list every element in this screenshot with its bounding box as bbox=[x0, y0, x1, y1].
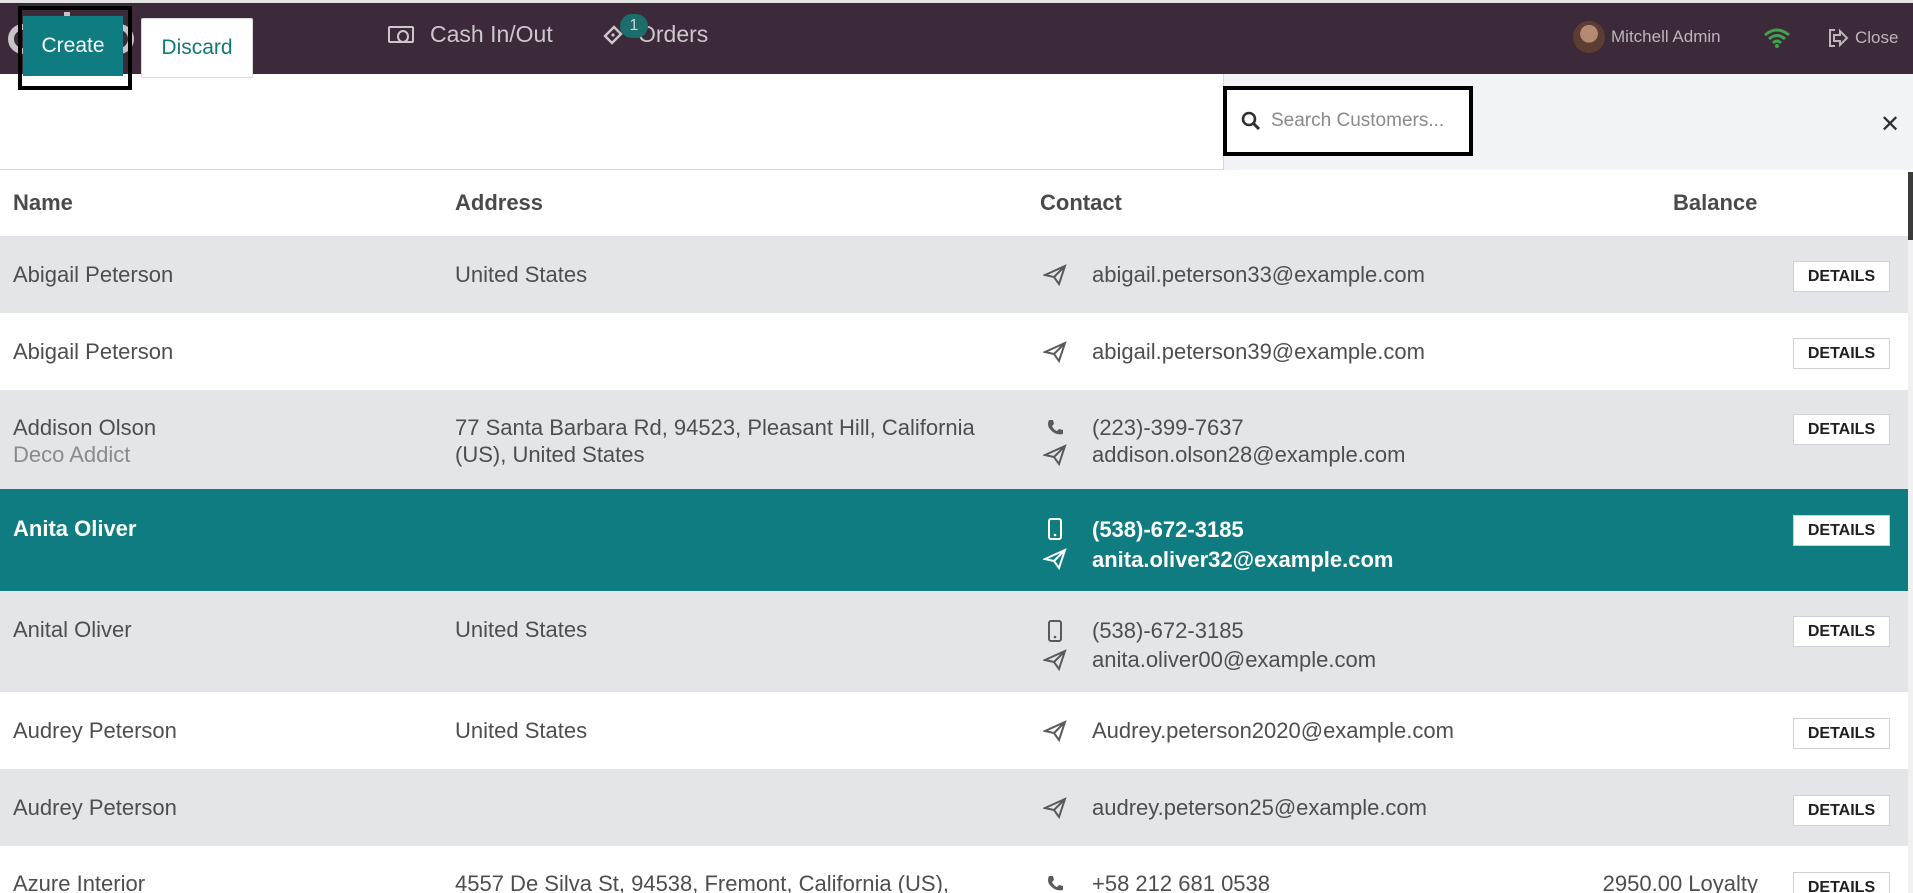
table-row-selected[interactable]: Anita Oliver (538)-672-3185 anita.oliver… bbox=[0, 489, 1908, 591]
create-button[interactable]: Create bbox=[23, 16, 123, 76]
paper-plane-icon bbox=[1040, 263, 1070, 286]
paper-plane-icon bbox=[1040, 443, 1070, 466]
search-box[interactable] bbox=[1223, 86, 1473, 156]
customer-email: audrey.peterson25@example.com bbox=[1092, 795, 1427, 820]
money-icon bbox=[388, 26, 414, 43]
table-row[interactable]: Audrey Peterson United States Audrey.pet… bbox=[0, 692, 1908, 769]
customer-email: anita.oliver32@example.com bbox=[1092, 546, 1394, 572]
header-address: Address bbox=[455, 190, 544, 215]
cash-in-out-button[interactable]: Cash In/Out bbox=[388, 21, 553, 48]
customer-email: abigail.peterson33@example.com bbox=[1092, 262, 1425, 287]
customer-balance: 2950.00 Loyalty bbox=[1602, 871, 1758, 893]
customer-name: Anita Oliver bbox=[13, 516, 137, 541]
customer-phone: (223)-399-7637 bbox=[1092, 415, 1244, 440]
phone-icon bbox=[1040, 874, 1070, 893]
customer-email: abigail.peterson39@example.com bbox=[1092, 339, 1425, 364]
customer-contact: (538)-672-3185 anita.oliver32@example.co… bbox=[1040, 514, 1393, 574]
customer-address: United States bbox=[455, 262, 588, 287]
table-header: Name Address Contact Balance bbox=[0, 170, 1908, 236]
mobile-icon bbox=[1040, 518, 1070, 540]
details-button[interactable]: DETAILS bbox=[1793, 515, 1890, 546]
customer-name: Abigail Peterson bbox=[13, 262, 174, 287]
customer-address: United States bbox=[455, 718, 588, 743]
customer-contact: audrey.peterson25@example.com bbox=[1040, 794, 1427, 821]
customer-contact: abigail.peterson39@example.com bbox=[1040, 338, 1425, 365]
sign-out-icon bbox=[1829, 28, 1849, 48]
table-row[interactable]: Abigail Peterson United States abigail.p… bbox=[0, 236, 1908, 313]
customer-name: Audrey Peterson bbox=[13, 718, 177, 743]
customer-phone: (538)-672-3185 bbox=[1092, 516, 1244, 542]
customer-email: Audrey.peterson2020@example.com bbox=[1092, 718, 1454, 743]
user-name: Mitchell Admin bbox=[1611, 27, 1721, 46]
table-row[interactable]: Abigail Peterson abigail.peterson39@exam… bbox=[0, 313, 1908, 390]
customer-address: United States bbox=[455, 617, 588, 642]
customer-contact: (538)-672-3185 anita.oliver00@example.co… bbox=[1040, 616, 1376, 674]
customer-contact: (223)-399-7637 addison.olson28@example.c… bbox=[1040, 414, 1405, 468]
table-row[interactable]: Addison Olson Deco Addict 77 Santa Barba… bbox=[0, 390, 1908, 489]
customer-name: Audrey Peterson bbox=[13, 795, 177, 820]
customer-contact: Audrey.peterson2020@example.com bbox=[1040, 717, 1454, 744]
paper-plane-icon bbox=[1040, 648, 1070, 671]
paper-plane-icon bbox=[1040, 548, 1070, 570]
details-button[interactable]: DETAILS bbox=[1793, 414, 1890, 445]
details-button[interactable]: DETAILS bbox=[1793, 616, 1890, 647]
close-label: Close bbox=[1855, 28, 1899, 47]
header-contact: Contact bbox=[1040, 190, 1122, 215]
customer-address: 4557 De Silva St, 94538, Fremont, Califo… bbox=[455, 871, 950, 893]
table-row[interactable]: Anital Oliver United States (538)-672-31… bbox=[0, 591, 1908, 692]
search-icon bbox=[1241, 111, 1261, 131]
close-session-button[interactable]: Close bbox=[1827, 28, 1898, 48]
customer-name: Abigail Peterson bbox=[13, 339, 174, 364]
table-row[interactable]: Azure Interior 4557 De Silva St, 94538, … bbox=[0, 846, 1908, 893]
user-menu[interactable]: Mitchell Admin bbox=[1573, 21, 1721, 53]
phone-icon bbox=[1040, 418, 1070, 438]
wifi-icon bbox=[1763, 27, 1791, 54]
header-balance: Balance bbox=[1673, 190, 1758, 215]
avatar bbox=[1573, 21, 1605, 53]
discard-button[interactable]: Discard bbox=[141, 18, 253, 78]
paper-plane-icon bbox=[1040, 796, 1070, 819]
customer-name: Anital Oliver bbox=[13, 617, 132, 642]
customer-company: Deco Addict bbox=[13, 442, 131, 467]
details-button[interactable]: DETAILS bbox=[1793, 261, 1890, 292]
customer-address: 77 Santa Barbara Rd, 94523, Pleasant Hil… bbox=[455, 415, 975, 467]
pos-top-bar: Cash In/Out 1 Orders Mitchell Admin Clos… bbox=[0, 0, 1913, 74]
details-button[interactable]: DETAILS bbox=[1793, 718, 1890, 749]
close-icon[interactable]: ✕ bbox=[1880, 110, 1900, 139]
orders-count-badge: 1 bbox=[620, 13, 648, 38]
orders-label: Orders bbox=[638, 21, 709, 47]
header-name: Name bbox=[13, 190, 73, 215]
customer-contact: abigail.peterson33@example.com bbox=[1040, 261, 1425, 288]
scrollbar-track[interactable] bbox=[1908, 172, 1913, 893]
mobile-icon bbox=[1040, 619, 1070, 642]
details-button[interactable]: DETAILS bbox=[1793, 338, 1890, 369]
orders-button[interactable]: 1 Orders bbox=[602, 13, 709, 48]
details-button[interactable]: DETAILS bbox=[1793, 872, 1890, 893]
customer-name-block: Addison Olson Deco Addict bbox=[13, 414, 156, 468]
customer-name: Addison Olson bbox=[13, 415, 157, 440]
search-input[interactable] bbox=[1271, 110, 1451, 132]
cash-in-out-label: Cash In/Out bbox=[430, 21, 553, 47]
customer-email: anita.oliver00@example.com bbox=[1092, 647, 1377, 672]
details-button[interactable]: DETAILS bbox=[1793, 795, 1890, 826]
scrollbar-thumb[interactable] bbox=[1908, 172, 1913, 240]
customer-email: addison.olson28@example.com bbox=[1092, 442, 1406, 467]
customer-phone: +58 212 681 0538 bbox=[1092, 871, 1271, 893]
ticket-icon: 1 bbox=[602, 13, 648, 46]
table-row[interactable]: Audrey Peterson audrey.peterson25@exampl… bbox=[0, 769, 1908, 846]
customer-contact: +58 212 681 0538 bbox=[1040, 870, 1270, 893]
paper-plane-icon bbox=[1040, 719, 1070, 742]
customer-phone: (538)-672-3185 bbox=[1092, 618, 1244, 643]
customer-name: Azure Interior bbox=[13, 871, 146, 893]
customer-table: Name Address Contact Balance Abigail Pet… bbox=[0, 170, 1908, 893]
paper-plane-icon bbox=[1040, 340, 1070, 363]
